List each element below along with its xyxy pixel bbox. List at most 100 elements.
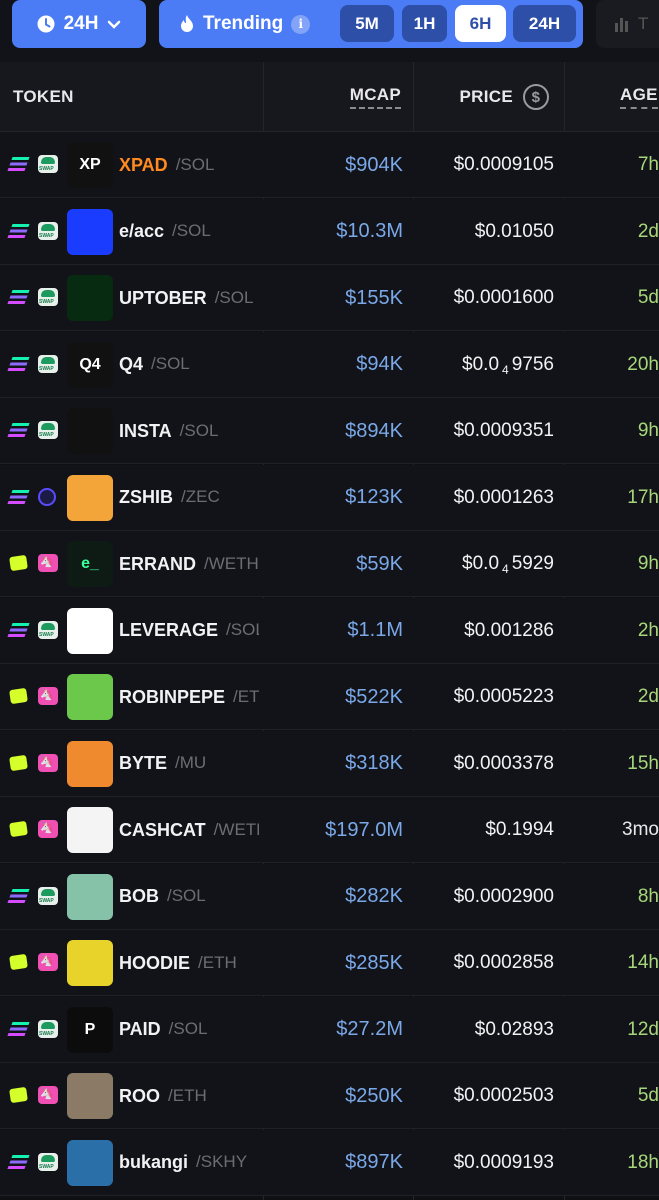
market-cap: $1.1M	[347, 619, 403, 641]
header-price[interactable]: PRICE $	[413, 62, 549, 132]
market-cap: $250K	[345, 1084, 403, 1107]
info-icon[interactable]: i	[291, 14, 311, 34]
token-symbol: Q4	[119, 354, 144, 374]
swap-dex-icon	[38, 1019, 58, 1038]
solana-chain-icon	[7, 423, 30, 437]
dollar-coin-icon[interactable]: $	[523, 84, 549, 110]
token-logo	[67, 474, 113, 521]
table-row[interactable]: ROO/ETH $250K $0.0002503 5d	[0, 1063, 659, 1129]
token-name[interactable]: BOB/SOL	[119, 864, 206, 930]
table-row[interactable]: HOODIE/ETH $285K $0.0002858 14h	[0, 930, 659, 996]
base-chain-icon	[9, 953, 28, 971]
token-name[interactable]: LEVERAGE/SOL	[119, 598, 259, 664]
solana-chain-icon	[7, 223, 30, 238]
token-age: 9h	[637, 553, 659, 574]
token-age: 2d	[637, 220, 659, 242]
token-logo	[67, 740, 113, 787]
market-cap: $10.3M	[336, 220, 403, 242]
table-row[interactable]: bukangi/SKHY $897K $0.0009193 18h	[0, 1129, 659, 1196]
token-name[interactable]: ROO/ETH	[119, 1063, 207, 1129]
token-age: 14h	[627, 952, 659, 973]
solana-chain-icon	[7, 356, 30, 371]
table-row[interactable]: e_ERRAND/WETH$59K$0.0459299h	[0, 531, 659, 597]
token-name[interactable]: ERRAND/WETH	[119, 531, 259, 597]
table-row[interactable]: XPXPAD/SOL$904K$0.00091057h	[0, 132, 659, 198]
table-row[interactable]: ROBINPEPE/ETH $522K $0.0005223 2d	[0, 664, 659, 730]
swap-dex-icon	[38, 155, 58, 173]
table-row[interactable]: e/acc/SOL $10.3M $0.01050 2d	[0, 198, 659, 265]
market-cap: $285K	[345, 951, 403, 974]
solana-chain-icon	[7, 290, 30, 304]
token-symbol: INSTA	[119, 420, 172, 441]
token-name[interactable]: bukangi/SKHY	[119, 1130, 247, 1196]
token-name[interactable]: HOODIE/ETH	[119, 930, 237, 996]
token-pair: /SOL	[168, 1019, 208, 1038]
token-logo: e_	[67, 541, 113, 587]
market-cap: $123K	[345, 486, 403, 508]
token-logo	[67, 607, 113, 654]
flame-icon	[181, 15, 193, 32]
timeframe-5m[interactable]: 5M	[340, 5, 394, 42]
token-name[interactable]: BYTE/MU	[119, 731, 206, 797]
token-price: $0.0009105	[453, 154, 554, 175]
token-symbol: BOB	[119, 886, 159, 906]
timeframe-6h[interactable]: 6H	[455, 5, 506, 42]
token-name[interactable]: ROBINPEPE/ETH	[119, 664, 259, 730]
token-name[interactable]: INSTA/SOL	[119, 398, 218, 464]
timeframe-1h[interactable]: 1H	[402, 5, 447, 42]
token-pair: /WETH	[204, 553, 259, 573]
token-symbol: bukangi	[119, 1152, 189, 1172]
table-row[interactable]: Q4Q4/SOL$94K$0.04975620h	[0, 331, 659, 398]
market-cap: $197.0M	[325, 818, 403, 841]
header-token[interactable]: TOKEN	[13, 62, 74, 132]
token-logo	[67, 940, 113, 986]
header-mcap[interactable]: MCAP	[263, 62, 401, 132]
swap-dex-icon	[38, 620, 58, 639]
token-pair: /SOL	[226, 620, 259, 639]
token-pair: /ETH	[198, 952, 237, 972]
token-price: $0.02893	[474, 1018, 554, 1040]
token-pair: /SOL	[172, 221, 211, 240]
token-name[interactable]: Q4/SOL	[119, 332, 190, 398]
market-cap: $522K	[345, 685, 403, 708]
token-logo	[67, 408, 113, 454]
table-row[interactable]: PPAID/SOL$27.2M$0.0289312d	[0, 996, 659, 1063]
token-name[interactable]: ZSHIB/ZEC	[119, 465, 220, 531]
token-price: $0.01050	[474, 220, 554, 242]
token-age: 17h	[627, 486, 659, 508]
token-price: $0.0005223	[453, 686, 554, 707]
token-name[interactable]: CASHCAT/WETH	[119, 797, 259, 863]
token-name[interactable]: UPTOBER/SOL	[119, 265, 253, 331]
token-name[interactable]: e/acc/SOL	[119, 199, 211, 265]
timeframe-24h[interactable]: 24H	[513, 5, 576, 42]
token-symbol: PAID	[119, 1019, 161, 1039]
token-price: $0.0009193	[453, 1151, 554, 1173]
trending-label-group[interactable]: Trending i	[179, 0, 311, 48]
token-price: $0.0 4 9756	[462, 353, 554, 377]
token-name[interactable]: XPAD/SOL	[119, 132, 214, 198]
token-pair: /WETH	[213, 819, 259, 839]
token-logo: Q4	[67, 341, 113, 388]
token-symbol: ERRAND	[119, 553, 197, 574]
token-name[interactable]: PAID/SOL	[119, 997, 207, 1063]
table-row[interactable]: ZSHIB/ZEC $123K $0.0001263 17h	[0, 464, 659, 531]
token-price: $0.0 4 5929	[462, 553, 554, 576]
token-age: 7h	[637, 154, 659, 175]
table-row[interactable]: BOB/SOL $282K $0.0002900 8h	[0, 863, 659, 930]
base-chain-icon	[9, 687, 28, 705]
solana-chain-icon	[7, 888, 30, 903]
solana-chain-icon	[7, 1021, 30, 1036]
token-symbol: ZSHIB	[119, 487, 173, 507]
table-row[interactable]: INSTA/SOL $894K $0.0009351 9h	[0, 398, 659, 464]
table-row[interactable]: UPTOBER/SOL $155K $0.0001600 5d	[0, 265, 659, 331]
token-logo: XP	[67, 142, 113, 188]
header-age[interactable]: AGE	[564, 62, 659, 132]
period-dropdown[interactable]: 24H	[12, 0, 146, 48]
table-row[interactable]: LEVERAGE/SOL $1.1M $0.001286 2h	[0, 597, 659, 664]
token-pair: /SOL	[179, 420, 219, 440]
swap-dex-icon	[38, 221, 58, 240]
table-row[interactable]: CASHCAT/WETH $197.0M $0.1994 3mo	[0, 797, 659, 863]
top-traders-tab[interactable]: T	[596, 0, 659, 48]
table-row[interactable]: BYTE/MU $318K $0.0003378 15h	[0, 730, 659, 797]
token-price: $0.001286	[464, 619, 554, 641]
